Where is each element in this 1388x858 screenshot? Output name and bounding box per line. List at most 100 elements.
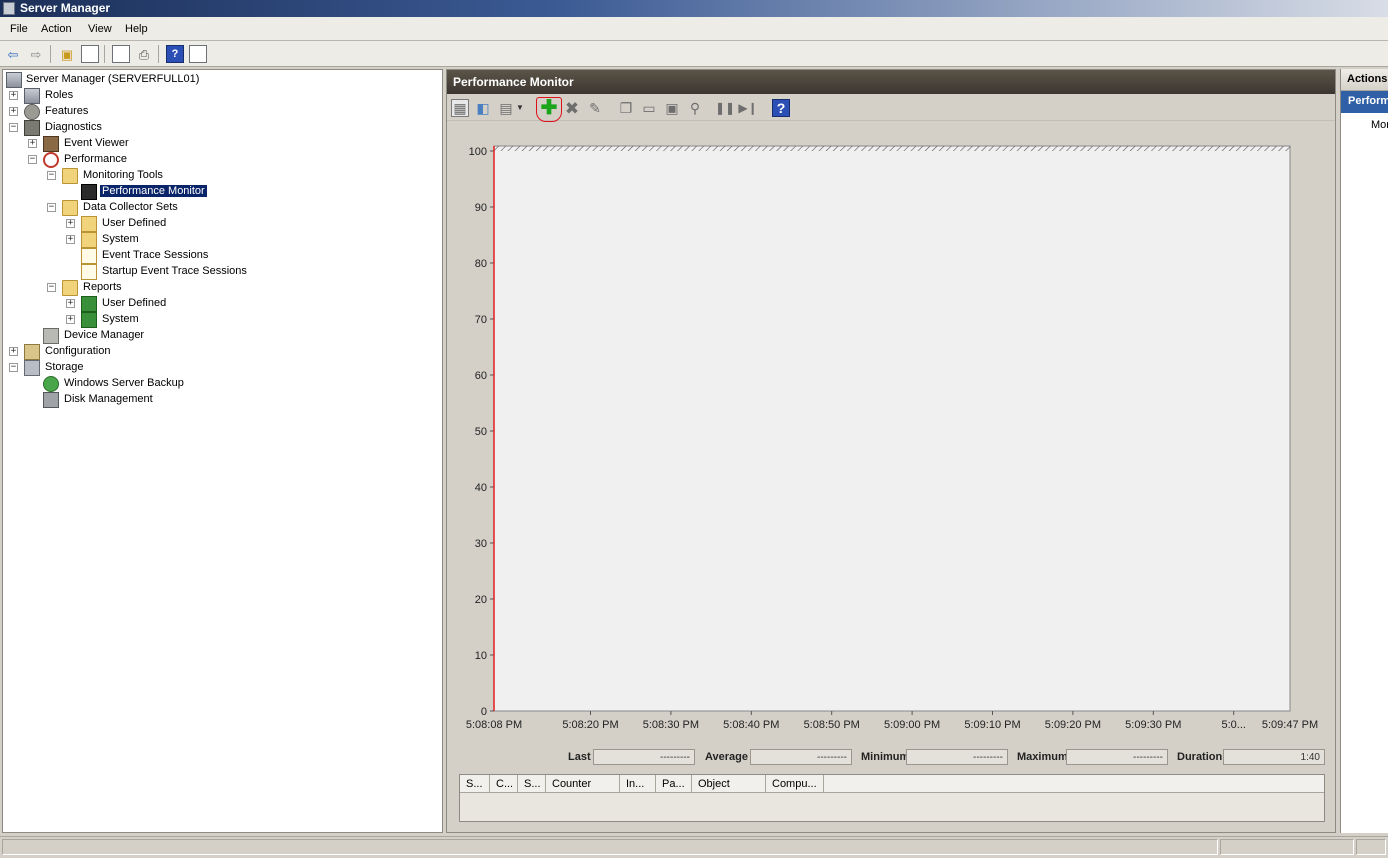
tree-node-label: Data Collector Sets [83,201,178,213]
features-icon [24,104,40,120]
server-manager-icon [3,2,15,15]
maximum-label: Maximum [1017,751,1068,763]
x-tick-label: 5:0... [1221,719,1245,731]
column-instance[interactable]: In... [620,775,656,793]
expand-icon[interactable]: + [66,235,75,244]
expand-icon[interactable]: + [9,107,18,116]
actions-pane: Actions Perform Mor [1340,69,1388,833]
x-tick-label: 5:08:08 PM [466,719,522,731]
status-segment [2,839,1218,855]
expand-icon[interactable]: + [28,139,37,148]
event-viewer-icon [43,136,59,152]
tree-node-label: Storage [45,361,84,373]
print-icon[interactable]: ⎙ [135,45,153,63]
y-tick-label: 0 [481,706,487,718]
tree-node-label: Windows Server Backup [64,377,184,389]
collapse-icon[interactable]: − [9,363,18,372]
up-folder-icon[interactable]: ▣ [58,45,76,63]
user-folder-icon [81,216,97,232]
configuration-icon [24,344,40,360]
expand-icon[interactable]: + [9,347,18,356]
collapse-icon[interactable]: − [47,171,56,180]
y-tick-label: 40 [475,482,487,494]
x-tick-label: 5:09:30 PM [1125,719,1181,731]
tree-node-label: Event Viewer [64,137,129,149]
tree-node-label: Disk Management [64,393,153,405]
show-hide-tree-icon[interactable] [81,45,99,63]
y-tick-label: 90 [475,202,487,214]
maximum-value: --------- [1066,749,1168,765]
main-toolbar: ⇦ ⇨ ▣ ⎙ ? [0,41,1388,67]
reports-folder-icon [62,280,78,296]
window-title-bar: Server Manager [0,0,1388,17]
tree-node-label: Diagnostics [45,121,102,133]
roles-icon [24,88,40,104]
column-computer[interactable]: Compu... [766,775,824,793]
menu-view[interactable]: View [88,23,112,35]
folder-icon [62,168,78,184]
tree-node-label: Performance [64,153,127,165]
collapse-icon[interactable]: − [47,203,56,212]
show-action-pane-icon[interactable] [189,45,207,63]
performance-monitor-icon [81,184,97,200]
server-icon [6,72,22,88]
trace-folder-icon [81,248,97,264]
x-tick-label: 5:08:20 PM [562,719,618,731]
expand-icon[interactable]: + [66,299,75,308]
tree-node-label: Features [45,105,89,117]
expand-icon[interactable]: + [66,315,75,324]
y-tick-label: 20 [475,594,487,606]
device-manager-icon [43,328,59,344]
menu-file[interactable]: File [10,23,28,35]
x-tick-label: 5:09:10 PM [964,719,1020,731]
x-tick-label: 5:08:40 PM [723,719,779,731]
counter-list[interactable]: S... C... S... Counter In... Pa... Objec… [459,774,1325,822]
navigation-tree: Server Manager (SERVERFULL01) + Roles + … [2,69,443,833]
duration-label: Duration [1177,751,1223,763]
minimum-value: --------- [906,749,1008,765]
report-icon [81,312,97,328]
folder-icon [62,200,78,216]
performance-chart: 0 10 20 30 40 50 60 70 80 90 100 5:08:08 PM 5:08:20… [466,145,1318,731]
actions-more-actions[interactable]: Mor [1371,119,1388,131]
tree-node-label: Server Manager (SERVERFULL01) [26,73,200,85]
column-parent[interactable]: Pa... [656,775,692,793]
actions-section-performance-monitor[interactable]: Perform [1341,91,1388,113]
status-bar [0,836,1388,858]
tree-node-label: Configuration [45,345,111,357]
menu-help[interactable]: Help [125,23,148,35]
toolbar-separator [50,45,51,63]
tree-node-label: System [102,313,139,325]
help-icon[interactable]: ? [166,45,184,63]
last-label: Last [568,751,591,763]
menu-action[interactable]: Action [41,23,72,35]
properties-icon[interactable] [112,45,130,63]
back-arrow-icon[interactable]: ⇦ [4,45,22,63]
column-color[interactable]: C... [490,775,518,793]
duration-value: 1:40 [1223,749,1325,765]
y-tick-label: 60 [475,370,487,382]
y-tick-label: 50 [475,426,487,438]
column-scale[interactable]: S... [518,775,546,793]
x-tick-label: 5:08:30 PM [643,719,699,731]
tree-node-label: Event Trace Sessions [102,249,209,261]
hatched-band [494,146,1290,151]
column-object[interactable]: Object [692,775,766,793]
collapse-icon[interactable]: − [47,283,56,292]
system-folder-icon [81,232,97,248]
minimum-label: Minimum [861,751,910,763]
menu-bar: File Action View Help [0,17,1388,41]
tree-node-label: System [102,233,139,245]
diagnostics-icon [24,120,40,136]
performance-icon [43,152,59,168]
column-show[interactable]: S... [460,775,490,793]
x-tick-label: 5:09:20 PM [1045,719,1101,731]
collapse-icon[interactable]: − [28,155,37,164]
collapse-icon[interactable]: − [9,123,18,132]
x-tick-label: 5:08:50 PM [804,719,860,731]
expand-icon[interactable]: + [9,91,18,100]
column-counter[interactable]: Counter [546,775,620,793]
status-segment [1356,839,1386,855]
forward-arrow-icon[interactable]: ⇨ [27,45,45,63]
expand-icon[interactable]: + [66,219,75,228]
